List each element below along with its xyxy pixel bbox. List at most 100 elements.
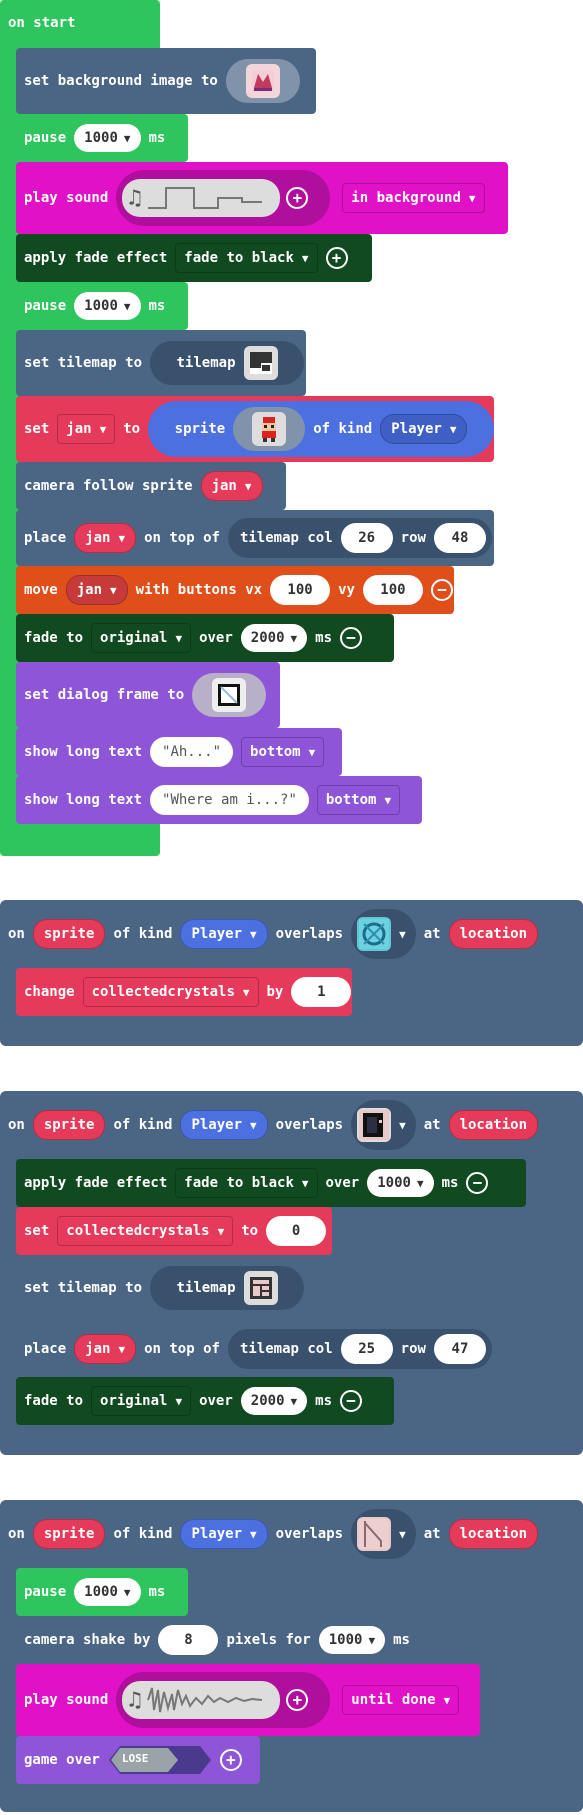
vx-input[interactable]: 100 — [270, 575, 331, 605]
camera-follow-block[interactable]: camera follow sprite jan ▼ — [16, 462, 286, 510]
fade-target-dropdown[interactable]: original ▼ — [91, 623, 192, 653]
row-input[interactable]: 47 — [433, 1334, 486, 1364]
fade-duration-dropdown[interactable]: 1000 ▼ — [367, 1169, 434, 1197]
location-param-dropdown[interactable]: location — [448, 1110, 539, 1140]
text-input-1[interactable]: "Ah..." — [150, 737, 234, 767]
tile-picker-dropdown[interactable]: ▼ — [351, 1100, 416, 1150]
expand-plus-icon[interactable]: + — [325, 247, 348, 269]
sound-mode-dropdown[interactable]: in background ▼ — [342, 183, 485, 213]
move-with-buttons-block[interactable]: move jan ▼ with buttons vx 100 vy 100 − — [16, 566, 454, 614]
fade-duration-value: 2000 — [250, 1393, 285, 1409]
tilemap-picker[interactable]: tilemap — [150, 1266, 305, 1310]
of-kind-label: of kind — [313, 421, 373, 437]
set-tilemap-block-1[interactable]: set tilemap to tilemap — [16, 330, 306, 396]
location-param-dropdown[interactable]: location — [448, 919, 539, 949]
location-param-dropdown[interactable]: location — [448, 1519, 539, 1549]
sprite-variable-dropdown-jan[interactable]: jan ▼ — [74, 523, 137, 553]
pause-duration-dropdown[interactable]: 1000 ▼ — [74, 292, 141, 320]
background-image-picker[interactable] — [225, 59, 300, 103]
dialog-frame-picker[interactable] — [192, 673, 267, 717]
tile-picker-dropdown[interactable]: ▼ — [351, 1509, 416, 1559]
fade-type-dropdown[interactable]: fade to black ▼ — [175, 243, 318, 273]
pause-block-1[interactable]: pause 1000 ▼ ms — [16, 114, 188, 162]
collapse-minus-icon[interactable]: − — [340, 627, 362, 649]
text-input-2[interactable]: "Where am i...?" — [150, 785, 309, 815]
sound-picker[interactable]: ♫ + — [116, 1672, 331, 1728]
dropdown-arrow-icon: ▼ — [399, 1118, 406, 1132]
music-note-icon: ♫ — [128, 1687, 142, 1713]
sprite-param-dropdown[interactable]: sprite — [32, 1110, 106, 1140]
show-long-text-block-1[interactable]: show long text "Ah..." bottom ▼ — [16, 728, 342, 776]
sprite-param-dropdown[interactable]: sprite — [32, 1519, 106, 1549]
set-sprite-variable-block[interactable]: set jan ▼ to sprite of kind Player ▼ — [16, 396, 494, 462]
collapse-minus-icon[interactable]: − — [466, 1172, 489, 1194]
collapse-minus-icon[interactable]: − — [430, 579, 453, 601]
row-input[interactable]: 48 — [433, 523, 486, 553]
dropdown-arrow-icon: ▼ — [175, 1394, 183, 1408]
fade-duration-dropdown[interactable]: 2000 ▼ — [240, 1387, 308, 1415]
set-dialog-frame-label: set dialog frame to — [24, 687, 185, 703]
variable-dropdown-collectedcrystals[interactable]: collectedcrystals ▼ — [82, 977, 259, 1007]
apply-fade-effect-block-2[interactable]: apply fade effect fade to black ▼ over 10… — [16, 1159, 526, 1207]
dialog-position-dropdown[interactable]: bottom ▼ — [316, 785, 401, 815]
fade-to-original-block-2[interactable]: fade to original ▼ over 2000 ▼ ms − — [16, 1377, 394, 1425]
shake-amount-input[interactable]: 8 — [158, 1625, 219, 1655]
expand-plus-icon[interactable]: + — [286, 187, 309, 209]
overlap-event-header-2[interactable]: on sprite of kind Player ▼ overlaps ▼ at … — [0, 1091, 583, 1159]
expand-plus-icon[interactable]: + — [286, 1689, 309, 1711]
set-tilemap-block-2[interactable]: set tilemap to tilemap — [16, 1255, 306, 1321]
sprite-kind-dropdown[interactable]: Player ▼ — [180, 1519, 268, 1549]
fade-duration-dropdown[interactable]: 2000 ▼ — [240, 624, 308, 652]
play-sound-block-2[interactable]: play sound ♫ + until done ▼ — [16, 1664, 480, 1736]
sprite-variable-dropdown-jan[interactable]: jan ▼ — [200, 471, 263, 501]
fade-type-dropdown[interactable]: fade to black ▼ — [175, 1168, 318, 1198]
change-variable-block[interactable]: change collectedcrystals ▼ by 1 — [16, 968, 352, 1016]
tile-picker-dropdown[interactable]: ▼ — [351, 909, 416, 959]
sprite-kind-dropdown[interactable]: Player ▼ — [380, 414, 468, 444]
sprite-kind-dropdown[interactable]: Player ▼ — [180, 919, 268, 949]
shake-duration-dropdown[interactable]: 1000 ▼ — [318, 1626, 386, 1654]
create-sprite-block[interactable]: sprite of kind Player ▼ — [148, 401, 494, 457]
sprite-image-picker[interactable] — [233, 407, 306, 451]
sound-picker[interactable]: ♫ + — [116, 170, 331, 226]
sprite-variable-dropdown-jan[interactable]: jan ▼ — [65, 575, 128, 605]
play-sound-block-1[interactable]: play sound ♫ + in background ▼ — [16, 162, 508, 234]
variable-dropdown-collectedcrystals[interactable]: collectedcrystals ▼ — [57, 1216, 234, 1246]
game-over-block[interactable]: game over LOSE + — [16, 1736, 260, 1784]
set-value-input[interactable]: 0 — [266, 1216, 327, 1246]
pause-duration-dropdown[interactable]: 1000 ▼ — [74, 124, 141, 152]
overlap-event-header-1[interactable]: on sprite of kind Player ▼ overlaps ▼ at … — [0, 900, 583, 968]
tilemap-picker[interactable]: tilemap — [150, 341, 305, 385]
place-on-tile-block-1[interactable]: place jan ▼ on top of tilemap col 26 row … — [16, 510, 494, 566]
collapse-minus-icon[interactable]: − — [340, 1390, 362, 1412]
fade-target-dropdown[interactable]: original ▼ — [91, 1386, 192, 1416]
sprite-variable-dropdown-jan[interactable]: jan ▼ — [74, 1334, 137, 1364]
overlap-event-header-3[interactable]: on sprite of kind Player ▼ overlaps ▼ at … — [0, 1500, 583, 1568]
sprite-param-dropdown[interactable]: sprite — [32, 919, 106, 949]
set-dialog-frame-block[interactable]: set dialog frame to — [16, 662, 280, 728]
ms-label: ms — [441, 1175, 459, 1191]
pause-block-3[interactable]: pause 1000 ▼ ms — [16, 1568, 188, 1616]
col-input[interactable]: 26 — [340, 523, 393, 553]
camera-shake-block[interactable]: camera shake by 8 pixels for 1000 ▼ ms — [16, 1616, 418, 1664]
vy-input[interactable]: 100 — [362, 575, 423, 605]
show-long-text-block-2[interactable]: show long text "Where am i...?" bottom ▼ — [16, 776, 422, 824]
set-variable-block[interactable]: set collectedcrystals ▼ to 0 — [16, 1207, 332, 1255]
lose-toggle[interactable]: LOSE — [108, 1745, 212, 1775]
tilemap-location-block[interactable]: tilemap col 25 row 47 — [227, 1329, 492, 1369]
place-on-tile-block-2[interactable]: place jan ▼ on top of tilemap col 25 row … — [16, 1321, 494, 1377]
tilemap-location-block[interactable]: tilemap col 26 row 48 — [227, 518, 492, 558]
set-background-image-block[interactable]: set background image to — [16, 48, 316, 114]
sprite-kind-dropdown[interactable]: Player ▼ — [180, 1110, 268, 1140]
pause-block-2[interactable]: pause 1000 ▼ ms — [16, 282, 188, 330]
apply-fade-effect-block-1[interactable]: apply fade effect fade to black ▼ + — [16, 234, 372, 282]
dialog-position-dropdown[interactable]: bottom ▼ — [241, 737, 325, 767]
sound-mode-dropdown[interactable]: until done ▼ — [342, 1685, 460, 1715]
change-by-input[interactable]: 1 — [291, 977, 352, 1007]
expand-plus-icon[interactable]: + — [219, 1749, 242, 1771]
col-input[interactable]: 25 — [340, 1334, 393, 1364]
pause-duration-dropdown[interactable]: 1000 ▼ — [74, 1578, 141, 1606]
variable-dropdown-jan[interactable]: jan ▼ — [57, 414, 116, 444]
dropdown-arrow-icon: ▼ — [250, 927, 257, 941]
fade-to-original-block-1[interactable]: fade to original ▼ over 2000 ▼ ms − — [16, 614, 394, 662]
